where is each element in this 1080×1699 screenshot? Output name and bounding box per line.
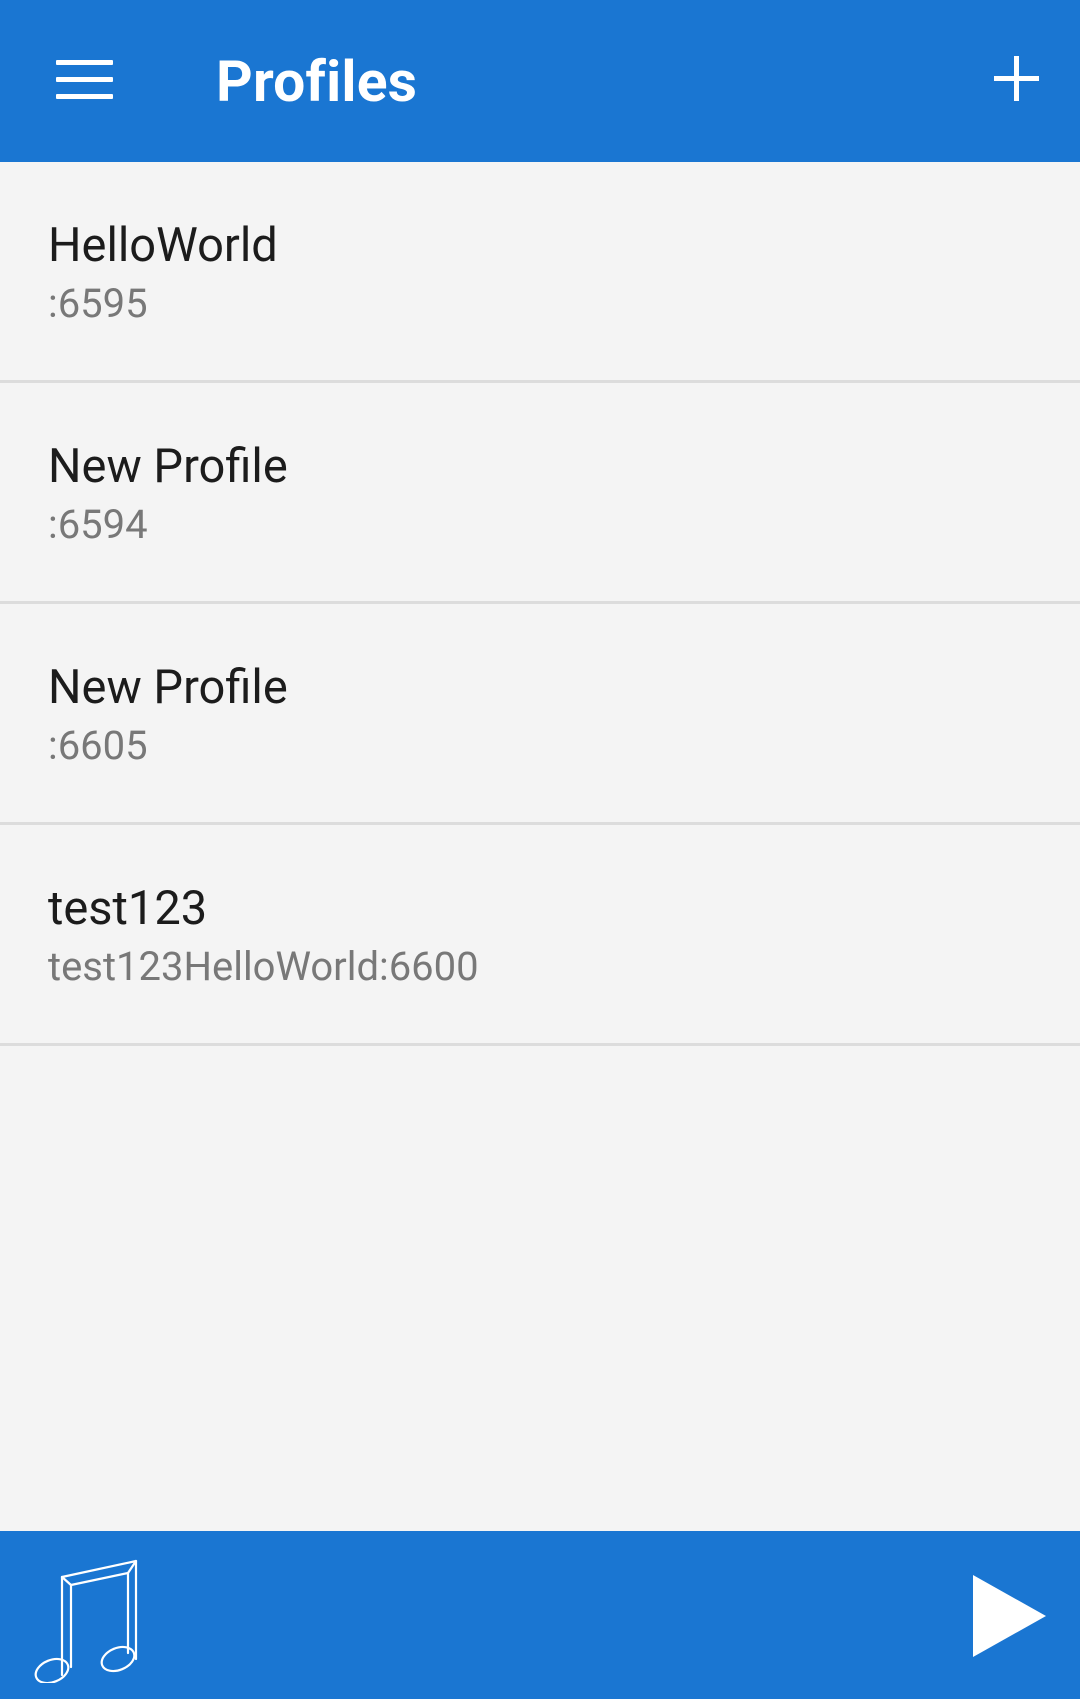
- profile-name: New Profile: [48, 439, 288, 494]
- profile-list: HelloWorld :6595 New Profile :6594 New P…: [0, 162, 1080, 1046]
- profile-name: test123: [48, 881, 208, 936]
- profile-name: New Profile: [48, 660, 288, 715]
- list-item[interactable]: New Profile :6594: [0, 383, 1080, 604]
- play-icon: [973, 1575, 1046, 1657]
- profile-name: HelloWorld: [48, 218, 278, 273]
- play-button[interactable]: [960, 1571, 1050, 1661]
- page-title: Profiles: [216, 48, 418, 115]
- bottom-bar: [0, 1531, 1080, 1699]
- add-profile-button[interactable]: [978, 38, 1060, 120]
- top-app-bar: Profiles: [0, 0, 1080, 162]
- list-item[interactable]: test123 test123HelloWorld:6600: [0, 825, 1080, 1046]
- app-root: Profiles HelloWorld :6595 New Profile :6…: [0, 0, 1080, 1699]
- list-item[interactable]: New Profile :6605: [0, 604, 1080, 825]
- list-item[interactable]: HelloWorld :6595: [0, 162, 1080, 383]
- profile-detail: :6605: [48, 722, 148, 769]
- profile-detail: :6595: [48, 280, 148, 327]
- music-note-icon: [34, 1559, 138, 1683]
- profile-detail: test123HelloWorld:6600: [48, 943, 479, 990]
- profile-detail: :6594: [48, 501, 148, 548]
- hamburger-menu-icon: [55, 59, 113, 99]
- menu-button[interactable]: [38, 38, 130, 120]
